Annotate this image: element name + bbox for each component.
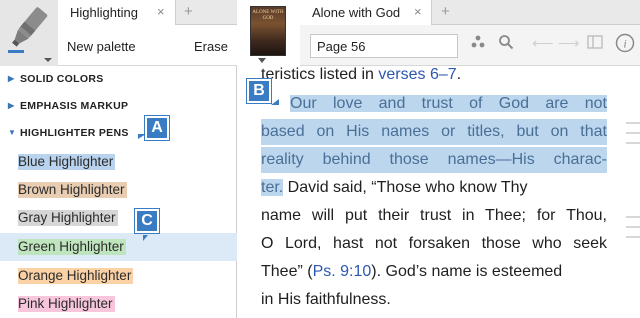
new-tab-icon[interactable]: + (184, 3, 193, 20)
highlighted-text: ter. (261, 179, 284, 196)
scrollbar-tick (626, 226, 640, 228)
highlighted-text: reality behind those names—His charac- (261, 147, 607, 173)
section-solid-colors[interactable]: ▶ SOLID COLORS (0, 66, 237, 92)
scrollbar-tick (626, 142, 640, 144)
reader-text: Thee” ( (261, 263, 313, 280)
reader-line: ter. David said, “Those who know Thy (261, 175, 607, 201)
highlighter-pen-icon (8, 7, 52, 62)
book-cover-thumbnail[interactable]: ALONE WITH GOD (250, 6, 286, 56)
collapse-caret-icon: ▼ (8, 128, 17, 137)
highlighter-label: Brown Highlighter (18, 182, 127, 198)
reader-panel: ALONE WITH GOD Alone with God × + ⟵ ⟶ i … (238, 0, 640, 318)
tab-book-label: Alone with God (312, 5, 401, 20)
tab-highlighting-label: Highlighting (70, 5, 138, 20)
callout-b-badge: B (246, 78, 272, 104)
cover-title-text: ALONE WITH GOD (252, 10, 284, 21)
reader-line: Thee” (Ps. 9:10). God’s name is esteemed (261, 259, 607, 285)
highlighter-blue[interactable]: Blue Highlighter (0, 148, 237, 176)
highlighting-toolbar: New palette Erase (58, 25, 237, 66)
verse-link[interactable]: verses 6–7 (378, 66, 456, 83)
reader-text: teristics listed in (261, 66, 379, 83)
reader-line: in His faithfulness. (261, 291, 391, 308)
highlighted-text: based on His names or titles, but on tha… (261, 119, 607, 145)
back-arrow-icon[interactable]: ⟵ (532, 34, 554, 52)
tab-highlighting[interactable]: Highlighting × (58, 0, 176, 25)
highlighter-orange[interactable]: Orange Highlighter (0, 262, 237, 290)
panel-menu-icon[interactable] (587, 34, 603, 54)
scrollbar-tick (626, 132, 640, 134)
new-tab-icon[interactable]: + (441, 3, 450, 20)
highlighter-label: Gray Highlighter (18, 210, 118, 226)
info-glyph: i (623, 37, 626, 51)
reader-line: Our love and trust of God are not (290, 91, 607, 117)
highlighter-brown[interactable]: Brown Highlighter (0, 176, 237, 204)
highlighted-text: Our love and trust of God are not (290, 95, 607, 112)
erase-button[interactable]: Erase (194, 39, 228, 54)
callout-c-pointer (143, 235, 148, 241)
scrollbar-tick (626, 236, 640, 238)
expand-caret-icon: ▶ (8, 74, 15, 83)
reader-line: teristics listed in verses 6–7. (261, 62, 607, 88)
close-tab-icon[interactable]: × (157, 4, 165, 19)
highlighter-label: Pink Highlighter (18, 296, 115, 312)
reader-text: ). God’s name is esteemed (371, 263, 563, 280)
highlighter-green[interactable]: Green Highlighter (0, 233, 237, 261)
callout-a-pointer (138, 134, 146, 139)
section-label: EMPHASIS MARKUP (20, 100, 129, 112)
reader-text: . (456, 66, 462, 83)
highlighter-pink[interactable]: Pink Highlighter (0, 290, 237, 318)
search-icon[interactable] (498, 34, 514, 54)
reader-line: O Lord, hast not forsaken those who seek (261, 235, 607, 252)
verse-link[interactable]: Ps. 9:10 (313, 263, 372, 280)
section-label: HIGHLIGHTER PENS (20, 127, 129, 139)
close-tab-icon[interactable]: × (414, 4, 422, 19)
reader-toolbar: ⟵ ⟶ i (300, 25, 640, 66)
scrollbar-tick (626, 122, 640, 124)
section-highlighter-pens[interactable]: ▼ HIGHLIGHTER PENS (0, 120, 237, 146)
right-tab-bar: Alone with God × + (300, 0, 640, 25)
highlighter-tool-button[interactable] (0, 0, 58, 66)
section-emphasis-markup[interactable]: ▶ EMPHASIS MARKUP (0, 93, 237, 119)
reader-line: name will put their trust in Thee; for T… (261, 207, 607, 224)
info-icon[interactable]: i (615, 33, 635, 57)
highlighter-label: Blue Highlighter (18, 154, 116, 170)
highlighting-panel: Highlighting × + New palette Erase ▶ SOLI… (0, 0, 237, 318)
tab-alone-with-god[interactable]: Alone with God × (300, 0, 432, 25)
expand-caret-icon: ▶ (8, 101, 15, 110)
reader-text: David said, “Those who know Thy (283, 179, 528, 196)
callout-b-pointer (271, 99, 279, 105)
highlighter-label: Green Highlighter (18, 239, 126, 255)
highlighter-gray[interactable]: Gray Highlighter (0, 204, 237, 232)
section-label: SOLID COLORS (20, 73, 104, 85)
scrollbar-tick (626, 216, 640, 218)
callout-c-badge: C (134, 208, 160, 234)
new-palette-button[interactable]: New palette (67, 39, 136, 54)
forward-arrow-icon[interactable]: ⟶ (558, 34, 580, 52)
highlighter-label: Orange Highlighter (18, 268, 134, 284)
left-tab-bar: Highlighting × + (58, 0, 237, 25)
callout-a-badge: A (144, 115, 170, 141)
parallel-resources-icon[interactable] (470, 34, 486, 54)
reader-text-area[interactable]: teristics listed in verses 6–7. Our love… (238, 66, 640, 318)
page-reference-input[interactable] (310, 34, 458, 58)
